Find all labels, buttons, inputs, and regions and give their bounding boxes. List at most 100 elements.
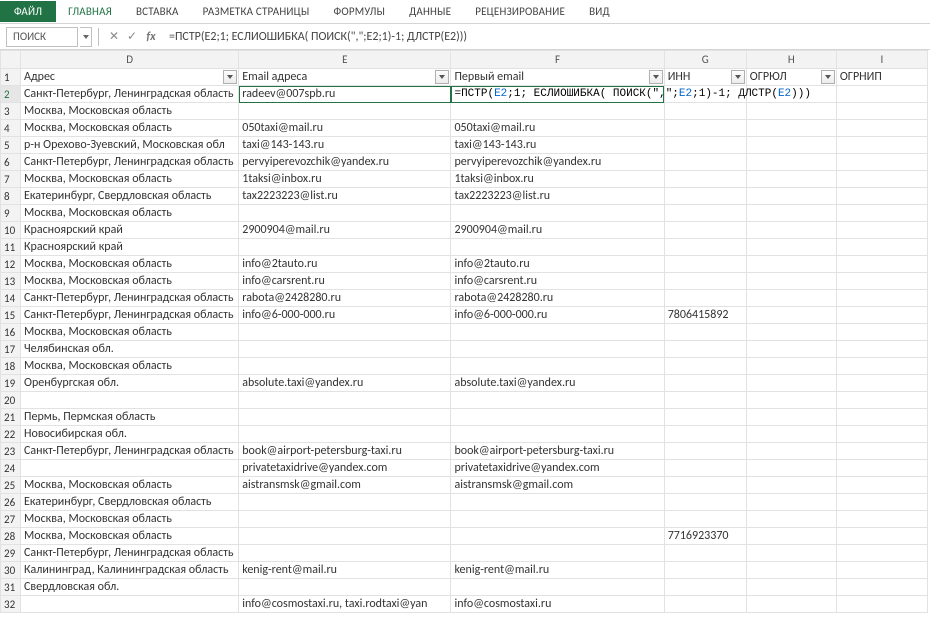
cell-G10[interactable] (664, 222, 746, 239)
cell-D13[interactable]: Москва, Московская область (21, 273, 239, 290)
ribbon-tab-home[interactable]: ГЛАВНАЯ (56, 1, 124, 22)
cell-I15[interactable] (836, 307, 927, 324)
cell-D17[interactable]: Челябинская обл. (21, 341, 239, 358)
cell-G22[interactable] (664, 426, 746, 443)
cell-D2[interactable]: Санкт-Петербург, Ленинградская область (21, 86, 239, 103)
cell-G13[interactable] (664, 273, 746, 290)
cell-G23[interactable] (664, 443, 746, 460)
row-header-2[interactable]: 2 (1, 86, 21, 103)
cell-D20[interactable] (21, 392, 239, 409)
header-cell-inn[interactable]: ИНН (664, 69, 746, 86)
cell-H7[interactable] (746, 171, 836, 188)
cell-F32[interactable]: info@cosmostaxi.ru (451, 596, 664, 613)
cell-I31[interactable] (836, 579, 927, 596)
cell-H16[interactable] (746, 324, 836, 341)
cell-H30[interactable] (746, 562, 836, 579)
cell-G15[interactable]: 7806415892 (664, 307, 746, 324)
cell-E27[interactable] (239, 511, 451, 528)
cell-G12[interactable] (664, 256, 746, 273)
name-box-dropdown[interactable] (80, 27, 92, 47)
header-cell-address[interactable]: Адрес (21, 69, 239, 86)
cell-F14[interactable]: rabota@2428280.ru (451, 290, 664, 307)
row-header-17[interactable]: 17 (1, 341, 21, 358)
cell-D12[interactable]: Москва, Московская область (21, 256, 239, 273)
row-header-31[interactable]: 31 (1, 579, 21, 596)
cell-H13[interactable] (746, 273, 836, 290)
cell-H6[interactable] (746, 154, 836, 171)
cell-F3[interactable] (451, 103, 664, 120)
cell-H3[interactable] (746, 103, 836, 120)
cell-G7[interactable] (664, 171, 746, 188)
col-header-I[interactable]: I (836, 51, 927, 69)
ribbon-tab-view[interactable]: ВИД (577, 1, 622, 22)
cell-H26[interactable] (746, 494, 836, 511)
cell-G17[interactable] (664, 341, 746, 358)
row-header-1[interactable]: 1 (1, 69, 21, 86)
cell-H17[interactable] (746, 341, 836, 358)
cell-F26[interactable] (451, 494, 664, 511)
cell-F13[interactable]: info@carsrent.ru (451, 273, 664, 290)
cell-G5[interactable] (664, 137, 746, 154)
cell-D11[interactable]: Красноярский край (21, 239, 239, 256)
cell-H8[interactable] (746, 188, 836, 205)
cell-D29[interactable]: Санкт-Петербург, Ленинградская область (21, 545, 239, 562)
cell-E23[interactable]: book@airport-petersburg-taxi.ru (239, 443, 451, 460)
cell-D9[interactable]: Москва, Московская область (21, 205, 239, 222)
cell-D21[interactable]: Пермь, Пермская область (21, 409, 239, 426)
row-header-22[interactable]: 22 (1, 426, 21, 443)
filter-button[interactable] (731, 70, 745, 84)
cell-G20[interactable] (664, 392, 746, 409)
cell-G32[interactable] (664, 596, 746, 613)
cell-D10[interactable]: Красноярский край (21, 222, 239, 239)
row-header-32[interactable]: 32 (1, 596, 21, 613)
cell-I26[interactable] (836, 494, 927, 511)
cell-H22[interactable] (746, 426, 836, 443)
ribbon-tab-file[interactable]: ФАЙЛ (0, 1, 56, 22)
cell-E10[interactable]: 2900904@mail.ru (239, 222, 451, 239)
cell-E29[interactable] (239, 545, 451, 562)
cell-I5[interactable] (836, 137, 927, 154)
cell-G11[interactable] (664, 239, 746, 256)
ribbon-tab-formulas[interactable]: ФОРМУЛЫ (322, 1, 398, 22)
row-header-5[interactable]: 5 (1, 137, 21, 154)
cell-G27[interactable] (664, 511, 746, 528)
cell-H20[interactable] (746, 392, 836, 409)
cell-F5[interactable]: taxi@143-143.ru (451, 137, 664, 154)
filter-button[interactable] (649, 70, 663, 84)
cell-I25[interactable] (836, 477, 927, 494)
cell-E24[interactable]: privatetaxidrive@yandex.com (239, 460, 451, 477)
cell-F24[interactable]: privatetaxidrive@yandex.com (451, 460, 664, 477)
cell-H28[interactable] (746, 528, 836, 545)
cell-D24[interactable] (21, 460, 239, 477)
cell-E28[interactable] (239, 528, 451, 545)
cell-G18[interactable] (664, 358, 746, 375)
cell-E22[interactable] (239, 426, 451, 443)
cancel-edit-button[interactable]: ✕ (105, 29, 123, 44)
cell-D6[interactable]: Санкт-Петербург, Ленинградская область (21, 154, 239, 171)
cell-I21[interactable] (836, 409, 927, 426)
row-header-13[interactable]: 13 (1, 273, 21, 290)
cell-I3[interactable] (836, 103, 927, 120)
ribbon-tab-data[interactable]: ДАННЫЕ (397, 1, 463, 22)
cell-F22[interactable] (451, 426, 664, 443)
cell-F25[interactable]: aistransmsk@gmail.com (451, 477, 664, 494)
cell-I20[interactable] (836, 392, 927, 409)
row-header-23[interactable]: 23 (1, 443, 21, 460)
cell-E5[interactable]: taxi@143-143.ru (239, 137, 451, 154)
cell-I29[interactable] (836, 545, 927, 562)
cell-G3[interactable] (664, 103, 746, 120)
row-header-30[interactable]: 30 (1, 562, 21, 579)
row-header-19[interactable]: 19 (1, 375, 21, 392)
cell-D28[interactable]: Москва, Московская область (21, 528, 239, 545)
row-header-4[interactable]: 4 (1, 120, 21, 137)
cell-I10[interactable] (836, 222, 927, 239)
cell-F4[interactable]: 050taxi@mail.ru (451, 120, 664, 137)
cell-D25[interactable]: Москва, Московская область (21, 477, 239, 494)
cell-E18[interactable] (239, 358, 451, 375)
cell-F2[interactable]: =ПСТР(E2;1; ЕСЛИОШИБКА( ПОИСК(",";E2;1)-… (451, 86, 664, 103)
cell-H21[interactable] (746, 409, 836, 426)
row-header-6[interactable]: 6 (1, 154, 21, 171)
cell-G19[interactable] (664, 375, 746, 392)
row-header-24[interactable]: 24 (1, 460, 21, 477)
cell-I27[interactable] (836, 511, 927, 528)
